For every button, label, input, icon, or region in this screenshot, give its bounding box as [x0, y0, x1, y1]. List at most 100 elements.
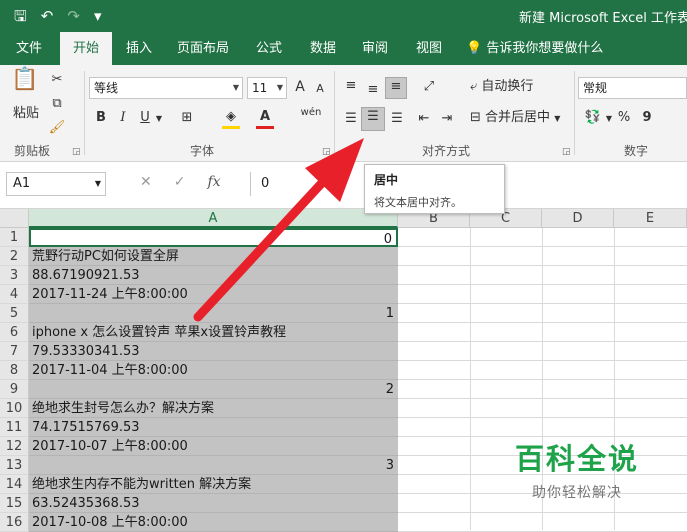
underline-button[interactable]: U: [138, 109, 152, 127]
borders-icon[interactable]: ⊞: [178, 109, 196, 127]
alignment-launcher-icon[interactable]: ◲: [562, 147, 571, 157]
quick-access-toolbar: 🖫 ↶ ↷ ▾: [14, 6, 101, 26]
align-middle-icon[interactable]: ≡: [364, 81, 382, 99]
percent-button[interactable]: %: [616, 109, 632, 127]
tooltip-description: 将文本居中对齐。: [374, 196, 462, 209]
insert-function-button[interactable]: fx: [207, 174, 220, 190]
cell-a[interactable]: 3: [29, 456, 398, 475]
number-format-select[interactable]: 常规: [578, 77, 687, 99]
tab-insert[interactable]: 插入: [116, 32, 162, 65]
font-name-select[interactable]: 等线 ▼: [89, 77, 243, 99]
grow-font-button[interactable]: A: [292, 78, 308, 96]
gridline: [398, 398, 687, 399]
row-header[interactable]: 8: [0, 361, 29, 380]
paste-icon[interactable]: 📋: [10, 69, 40, 99]
cell-a[interactable]: 绝地求生封号怎么办？解决方案: [29, 399, 398, 418]
name-box[interactable]: A1 ▼: [6, 172, 106, 196]
row-header[interactable]: 16: [0, 513, 29, 532]
save-icon[interactable]: 🖫: [14, 6, 27, 26]
row-header[interactable]: 10: [0, 399, 29, 418]
cell-a[interactable]: 63.52435368.53: [29, 494, 398, 513]
cell-a[interactable]: 88.67190921.53: [29, 266, 398, 285]
tab-home[interactable]: 开始: [60, 32, 112, 65]
align-right-icon[interactable]: ☰: [388, 110, 406, 128]
formula-controls: ✕ ✓ fx: [140, 174, 221, 190]
bold-button[interactable]: B: [93, 109, 109, 127]
align-left-icon[interactable]: ☰: [342, 110, 360, 128]
cell-a[interactable]: 2: [29, 380, 398, 399]
row-header[interactable]: 5: [0, 304, 29, 323]
row-header[interactable]: 1: [0, 228, 29, 247]
column-header-a[interactable]: A: [29, 209, 398, 228]
tab-data[interactable]: 数据: [300, 32, 346, 65]
active-cell-a1[interactable]: 0: [29, 228, 398, 247]
name-box-value: A1: [13, 176, 31, 191]
center-align-tooltip: 居中 将文本居中对齐。: [364, 164, 505, 214]
select-all-button[interactable]: [0, 209, 29, 228]
enter-check-icon[interactable]: ✓: [174, 174, 186, 190]
cell-a[interactable]: 绝地求生内存不能为written 解决方案: [29, 475, 398, 494]
orientation-icon[interactable]: ⤢: [418, 78, 440, 96]
cancel-icon[interactable]: ✕: [140, 174, 152, 190]
row-header[interactable]: 2: [0, 247, 29, 266]
cell-a[interactable]: 1: [29, 304, 398, 323]
tab-view[interactable]: 视图: [406, 32, 452, 65]
font-size-select[interactable]: 11 ▼: [247, 77, 287, 99]
row-header[interactable]: 14: [0, 475, 29, 494]
formula-bar: A1 ▼ ✕ ✓ fx 0: [0, 162, 687, 209]
font-launcher-icon[interactable]: ◲: [322, 147, 331, 157]
copy-icon[interactable]: ⧉: [48, 95, 66, 113]
font-color-icon[interactable]: A: [256, 108, 274, 129]
tab-file[interactable]: 文件: [6, 32, 52, 65]
phonetic-guide-button[interactable]: wén: [300, 108, 322, 118]
paste-button[interactable]: 粘贴: [8, 105, 44, 123]
chevron-down-icon: ▼: [554, 114, 561, 123]
cut-icon[interactable]: ✂: [48, 71, 66, 89]
chevron-down-icon[interactable]: ▼: [154, 110, 164, 128]
cell-a[interactable]: 74.17515769.53: [29, 418, 398, 437]
currency-icon[interactable]: 💱: [582, 109, 604, 127]
cell-a[interactable]: 2017-11-24 上午8:00:00: [29, 285, 398, 304]
cell-a[interactable]: iphone x 怎么设置铃声 苹果x设置铃声教程: [29, 323, 398, 342]
redo-icon[interactable]: ↷: [67, 6, 80, 26]
undo-icon[interactable]: ↶: [41, 6, 54, 26]
tell-me-search[interactable]: 💡 告诉我你想要做什么: [466, 32, 606, 65]
cell-a[interactable]: 79.53330341.53: [29, 342, 398, 361]
tab-formulas[interactable]: 公式: [246, 32, 292, 65]
increase-indent-icon[interactable]: ⇥: [438, 110, 456, 128]
customize-toolbar-button[interactable]: ▾: [94, 6, 102, 26]
comma-style-button[interactable]: 9: [640, 109, 654, 127]
cell-a[interactable]: 2017-11-04 上午8:00:00: [29, 361, 398, 380]
italic-button[interactable]: I: [116, 109, 130, 127]
row-header[interactable]: 11: [0, 418, 29, 437]
column-header-d[interactable]: D: [542, 209, 614, 228]
fill-color-icon[interactable]: ◈: [222, 108, 240, 129]
row-header[interactable]: 12: [0, 437, 29, 456]
row-header[interactable]: 6: [0, 323, 29, 342]
column-header-e[interactable]: E: [614, 209, 687, 228]
row-header[interactable]: 15: [0, 494, 29, 513]
shrink-font-button[interactable]: A: [313, 80, 327, 98]
cell-a[interactable]: 2017-10-07 上午8:00:00: [29, 437, 398, 456]
wrap-text-button[interactable]: ⤶ 自动换行: [470, 78, 560, 96]
tab-page-layout[interactable]: 页面布局: [170, 32, 236, 65]
row-header[interactable]: 7: [0, 342, 29, 361]
merge-center-button[interactable]: ⊟ 合并后居中 ▼: [470, 109, 570, 128]
chevron-down-icon[interactable]: ▼: [604, 110, 614, 128]
row-header[interactable]: 3: [0, 266, 29, 285]
tab-review[interactable]: 审阅: [352, 32, 398, 65]
row-header[interactable]: 13: [0, 456, 29, 475]
align-top-icon[interactable]: ≡: [342, 77, 360, 95]
align-bottom-icon[interactable]: ≡: [385, 77, 407, 99]
decrease-indent-icon[interactable]: ⇤: [415, 110, 433, 128]
divider: [84, 71, 85, 155]
format-painter-icon[interactable]: 🖌: [48, 119, 66, 137]
cell-a[interactable]: 2017-10-08 上午8:00:00: [29, 513, 398, 532]
row-header[interactable]: 9: [0, 380, 29, 399]
formula-input[interactable]: 0: [250, 172, 370, 196]
align-center-icon[interactable]: ☰: [361, 107, 385, 131]
clipboard-launcher-icon[interactable]: ◲: [72, 147, 81, 157]
row-header[interactable]: 4: [0, 285, 29, 304]
font-group-label: 字体: [190, 144, 215, 158]
cell-a[interactable]: 荒野行动PC如何设置全屏: [29, 247, 398, 266]
